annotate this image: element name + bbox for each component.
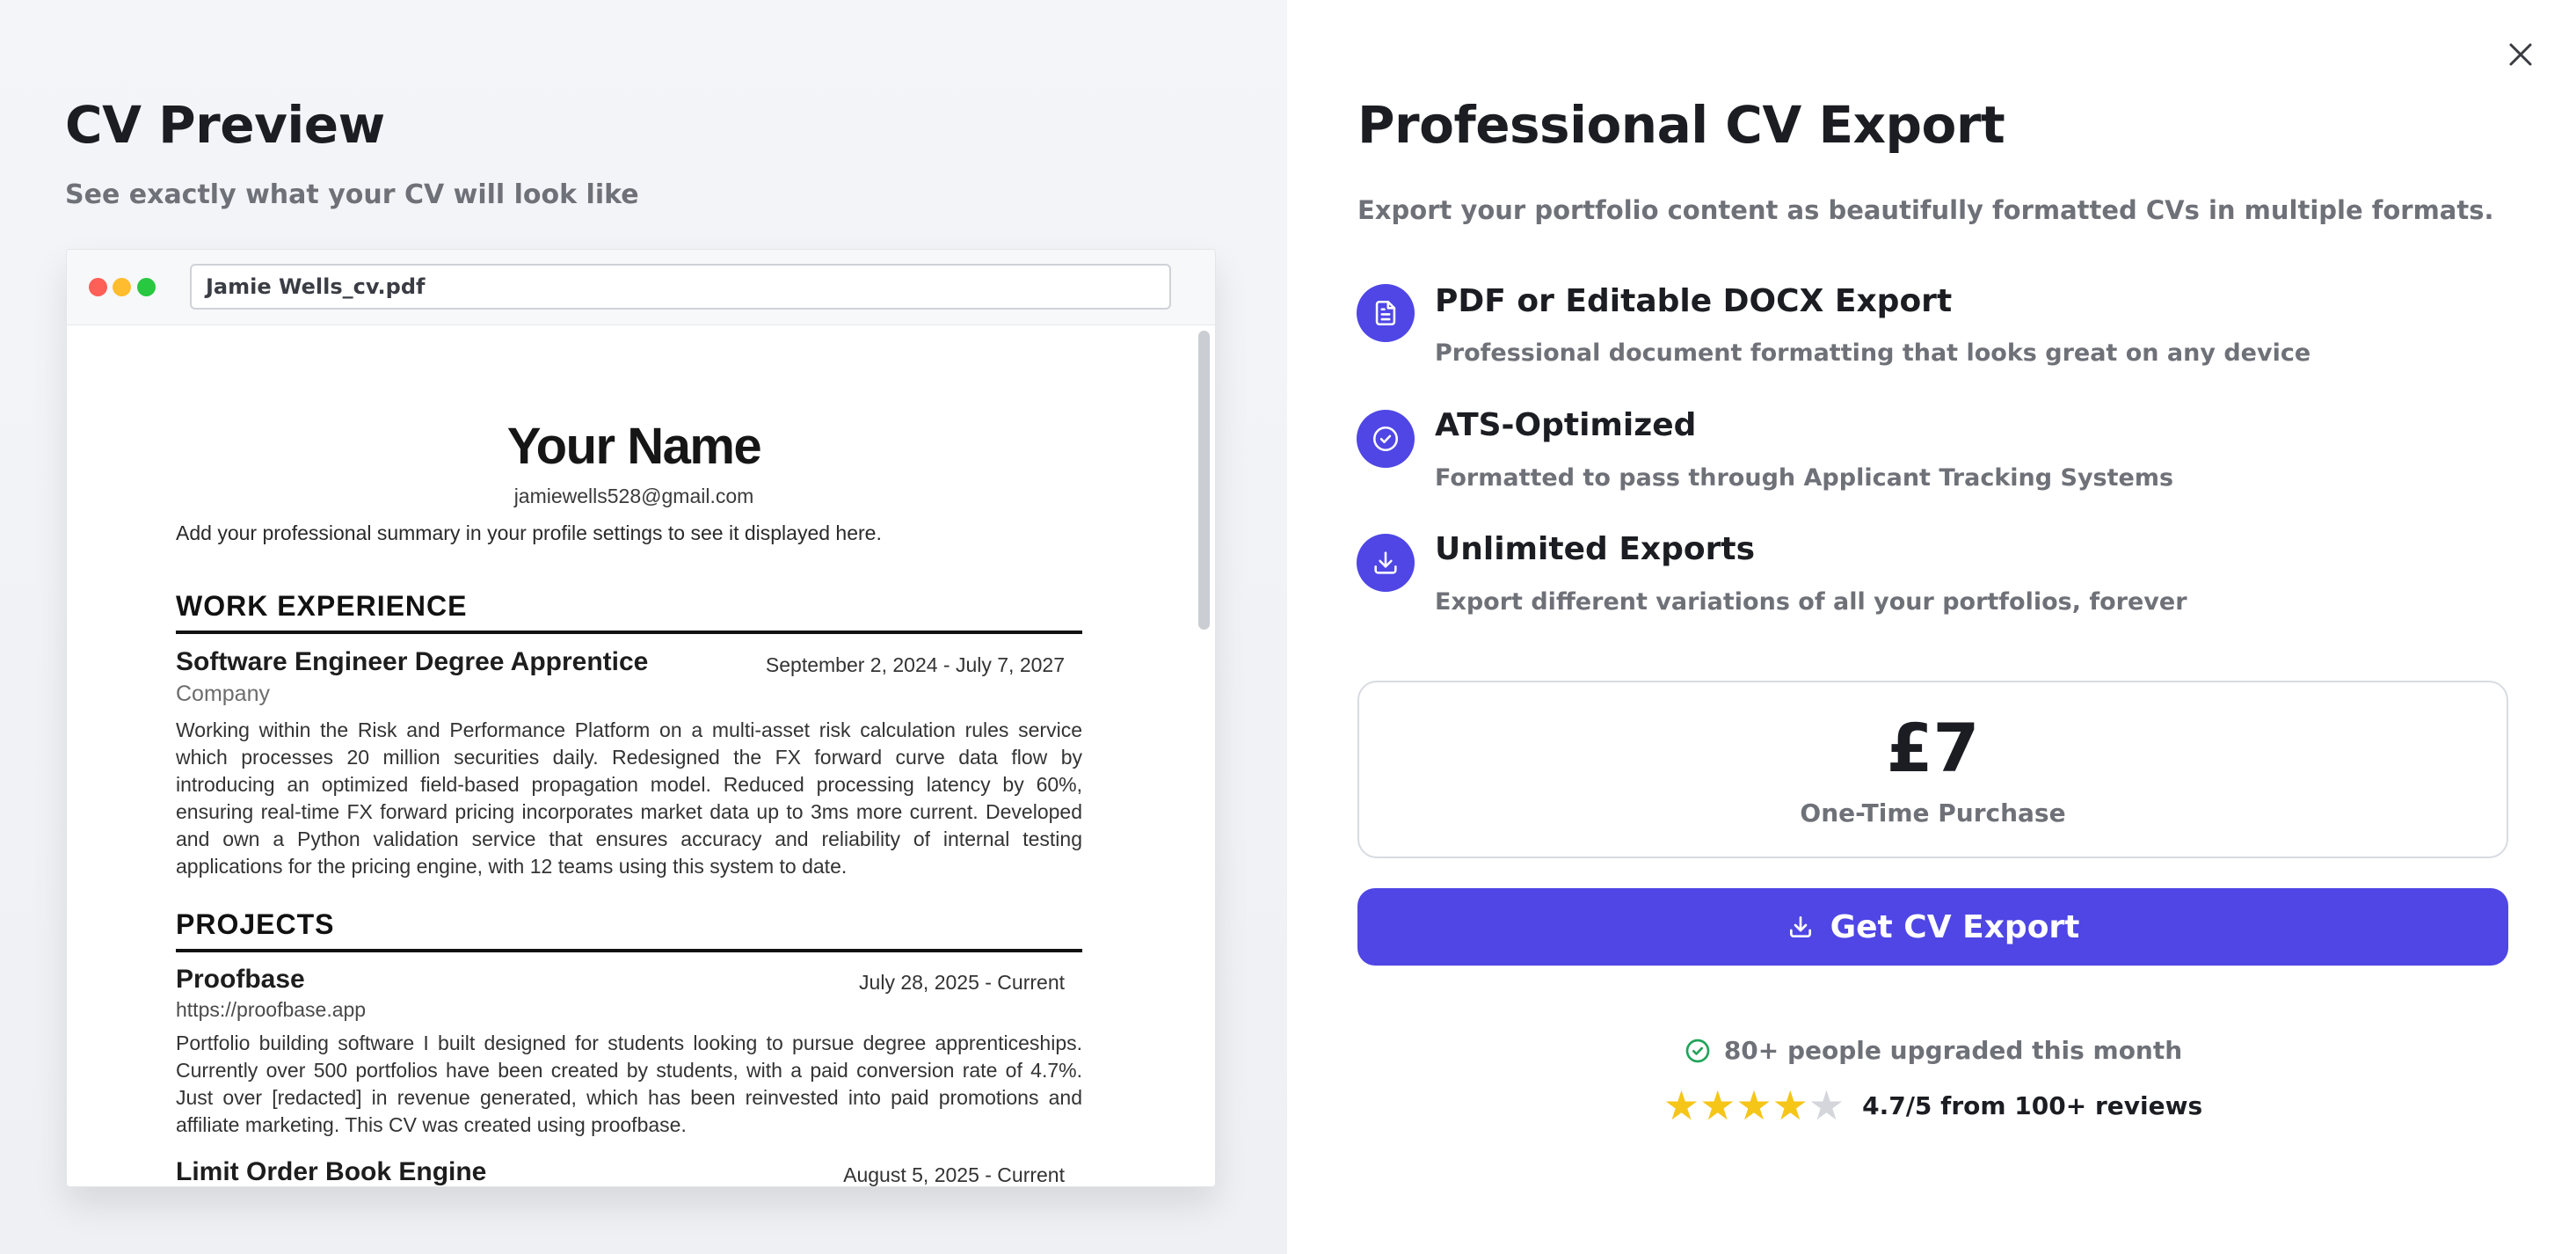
- feature-description: Professional document formatting that lo…: [1435, 339, 2311, 367]
- feature-title: Unlimited Exports: [1435, 531, 1756, 567]
- star-icon: ★: [1663, 1082, 1700, 1129]
- cv-summary: Add your professional summary in your pr…: [176, 521, 882, 544]
- project-title: Proofbase: [176, 965, 305, 994]
- work-entry-title: Software Engineer Degree Apprentice: [176, 647, 649, 676]
- work-section-rule: [176, 631, 1082, 634]
- cv-preview-panel: CV Preview See exactly what your CV will…: [0, 0, 1287, 1254]
- work-entry-dates: September 2, 2024 - July 7, 2027: [765, 653, 1065, 676]
- document-icon: [1357, 284, 1415, 342]
- export-title: Professional CV Export: [1357, 95, 2005, 155]
- preview-title: CV Preview: [65, 95, 385, 155]
- price-card: £7 One-Time Purchase: [1357, 681, 2508, 858]
- close-icon: [2509, 43, 2532, 66]
- project-dates: July 28, 2025 - Current: [859, 971, 1065, 994]
- cv-email: jamiewells528@gmail.com: [513, 485, 754, 507]
- feature-title: ATS-Optimized: [1435, 407, 1697, 443]
- get-cv-export-label: Get CV Export: [1830, 908, 2080, 945]
- export-panel: [1287, 0, 2576, 1254]
- projects-heading: PROJECTS: [176, 908, 335, 940]
- upgraded-social-proof: 80+ people upgraded this month: [1357, 1036, 2508, 1065]
- star-rating: ★ ★ ★ ★ ★: [1663, 1085, 1845, 1126]
- upgraded-text: 80+ people upgraded this month: [1723, 1036, 2183, 1065]
- preview-subtitle: See exactly what your CV will look like: [65, 179, 639, 210]
- check-circle-icon: [1685, 1039, 1710, 1062]
- project-link: https://proofbase.app: [176, 998, 367, 1021]
- feature-description: Formatted to pass through Applicant Trac…: [1435, 464, 2174, 492]
- cv-document: Your Name jamiewells528@gmail.com Add yo…: [67, 250, 1201, 1186]
- feature-description: Export different variations of all your …: [1435, 588, 2187, 616]
- cv-name: Your Name: [506, 418, 762, 475]
- feature-title: PDF or Editable DOCX Export: [1435, 283, 1953, 319]
- rating-text: 4.7/5 from 100+ reviews: [1862, 1090, 2203, 1120]
- pdf-preview-window: Jamie Wells_cv.pdf Your Name jamiewells5…: [66, 249, 1216, 1187]
- star-icon: ★: [1736, 1082, 1772, 1129]
- projects-section-rule: [176, 949, 1082, 952]
- download-icon: [1789, 916, 1811, 937]
- export-subtitle: Export your portfolio content as beautif…: [1357, 195, 2494, 225]
- star-icon: ★: [1699, 1082, 1736, 1129]
- price-label: One-Time Purchase: [1800, 798, 2066, 827]
- star-empty-icon: ★: [1808, 1082, 1845, 1129]
- reviews-row: ★ ★ ★ ★ ★ 4.7/5 from 100+ reviews: [1357, 1085, 2508, 1126]
- download-icon: [1357, 534, 1415, 592]
- project-description: Portfolio building software I built desi…: [176, 1032, 1082, 1136]
- close-button[interactable]: [2505, 39, 2536, 70]
- work-entry-description: Working within the Risk and Performance …: [176, 718, 1082, 878]
- check-circle-icon: [1357, 410, 1415, 468]
- project-dates: August 5, 2025 - Current: [843, 1163, 1065, 1186]
- get-cv-export-button[interactable]: Get CV Export: [1357, 888, 2508, 966]
- project-title: Limit Order Book Engine: [176, 1157, 487, 1186]
- price-amount: £7: [1886, 709, 1980, 787]
- work-experience-heading: WORK EXPERIENCE: [176, 590, 468, 622]
- work-entry-company: Company: [176, 682, 270, 706]
- star-icon: ★: [1772, 1082, 1808, 1129]
